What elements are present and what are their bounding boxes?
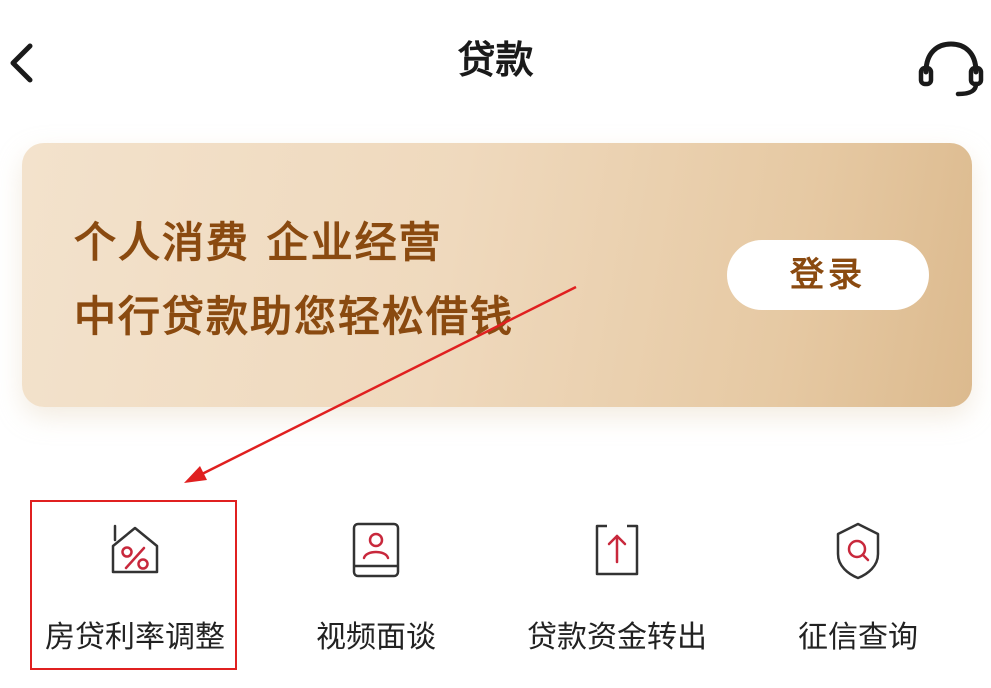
customer-service-button[interactable] [916,36,986,100]
banner-headline: 个人消费 企业经营 [74,218,443,267]
menu-item-video-interview[interactable]: 视频面谈 [261,500,491,670]
menu-item-loan-fund-transfer[interactable]: 贷款资金转出 [502,500,732,670]
shield-search-icon [836,522,880,580]
video-contact-icon [352,522,400,578]
house-percent-icon [111,524,159,574]
login-button[interactable]: 登录 [727,240,929,310]
page-title: 贷款 [457,38,534,82]
menu-item-label: 视频面谈 [316,620,436,655]
top-nav-bar: 贷款 [0,0,991,130]
menu-item-label: 征信查询 [798,620,918,655]
headset-icon [918,41,984,97]
promo-banner: 个人消费 企业经营 中行贷款助您轻松借钱 登录 [22,143,972,407]
menu-item-label: 房贷利率调整 [45,620,225,655]
menu-item-label: 贷款资金转出 [527,620,707,655]
menu-item-credit-inquiry[interactable]: 征信查询 [743,500,973,670]
banner-subheadline: 中行贷款助您轻松借钱 [74,292,515,341]
quick-menu: 房贷利率调整 视频面谈 贷款资金转出 征信查询 [0,500,991,680]
menu-item-mortgage-rate-adjustment[interactable]: 房贷利率调整 [20,500,250,670]
transfer-out-icon [595,524,639,576]
